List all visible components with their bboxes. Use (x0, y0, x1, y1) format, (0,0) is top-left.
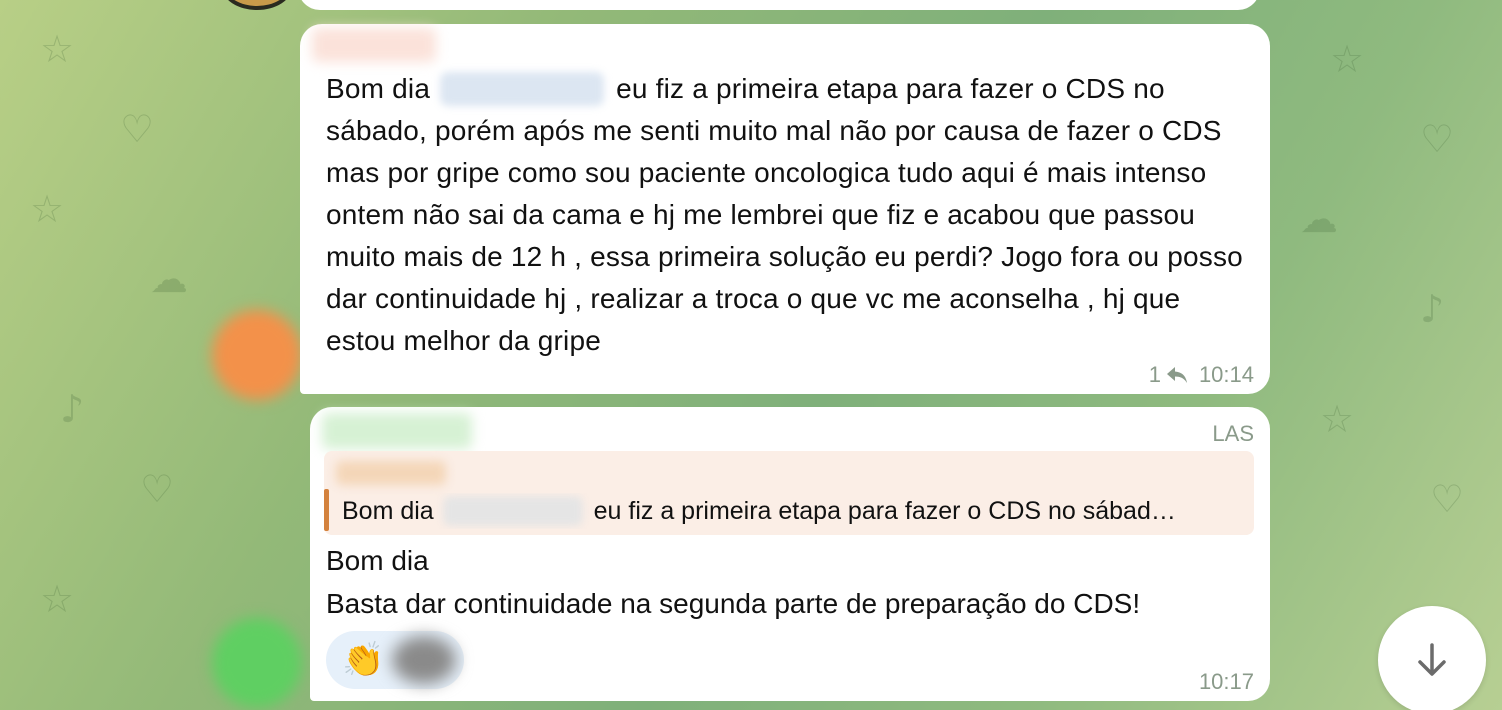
arrow-down-icon (1418, 643, 1446, 676)
redacted-name (442, 496, 583, 526)
sender-avatar[interactable] (212, 310, 302, 400)
redacted-name (440, 72, 605, 106)
reply-count-number: 1 (1148, 362, 1161, 387)
sender-name-redacted (322, 413, 472, 449)
message-text-rest: eu fiz a primeira etapa para fazer o CDS… (326, 73, 1243, 356)
message-time: 10:17 (1198, 669, 1254, 694)
heart-doodle-icon: ♡ (140, 467, 175, 511)
star-doodle-icon: ☆ (40, 27, 75, 71)
scroll-to-bottom-button[interactable] (1378, 606, 1486, 710)
quoted-text: Bom dia eu fiz a primeira etapa para faz… (342, 493, 1242, 529)
previous-message-bubble[interactable] (298, 0, 1260, 10)
reply-count[interactable]: 1 (1149, 362, 1189, 388)
heart-doodle-icon: ♡ (120, 107, 155, 151)
message-bubble[interactable]: Bom dia eu fiz a primeira etapa para faz… (300, 24, 1270, 394)
music-doodle-icon: ♪ (1420, 287, 1445, 331)
star-doodle-icon: ☆ (1330, 37, 1365, 81)
reaction-chip[interactable]: 👏 (326, 631, 464, 689)
cloud-doodle-icon: ☁ (150, 257, 188, 301)
admin-role-label: LAS (1212, 421, 1254, 446)
message-text-start: Bom dia (326, 73, 439, 104)
sender-avatar[interactable] (212, 618, 302, 708)
quoted-text-start: Bom dia (342, 497, 441, 525)
music-doodle-icon: ♪ (60, 387, 85, 431)
sender-name-redacted (312, 28, 436, 62)
heart-doodle-icon: ♡ (1420, 117, 1455, 161)
message-text: Bom dia eu fiz a primeira etapa para faz… (326, 68, 1246, 362)
message-line: Bom dia (326, 545, 429, 576)
reactor-avatar-redacted (392, 636, 456, 684)
clapping-hands-icon: 👏 (342, 640, 385, 680)
message-meta: 10:17 (1199, 669, 1254, 695)
quoted-message[interactable]: Bom dia eu fiz a primeira etapa para faz… (324, 451, 1254, 535)
message-time: 10:14 (1198, 362, 1254, 387)
message-text: Bom dia Basta dar continuidade na segund… (326, 539, 1256, 625)
quote-author-redacted (336, 461, 446, 485)
avatar[interactable] (222, 0, 292, 10)
reply-message-bubble[interactable]: LAS Bom dia eu fiz a primeira etapa para… (310, 407, 1270, 701)
heart-doodle-icon: ♡ (1430, 477, 1465, 521)
star-doodle-icon: ☆ (30, 187, 65, 231)
reply-arrow-icon (1165, 365, 1189, 385)
star-doodle-icon: ☆ (40, 577, 75, 621)
cloud-doodle-icon: ☁ (1300, 197, 1338, 241)
quote-accent-bar (324, 489, 329, 531)
star-doodle-icon: ☆ (1320, 397, 1355, 441)
message-meta: 1 10:14 (1149, 362, 1254, 388)
message-line: Basta dar continuidade na segunda parte … (326, 588, 1141, 619)
quoted-text-rest: eu fiz a primeira etapa para fazer o CDS… (586, 497, 1176, 525)
